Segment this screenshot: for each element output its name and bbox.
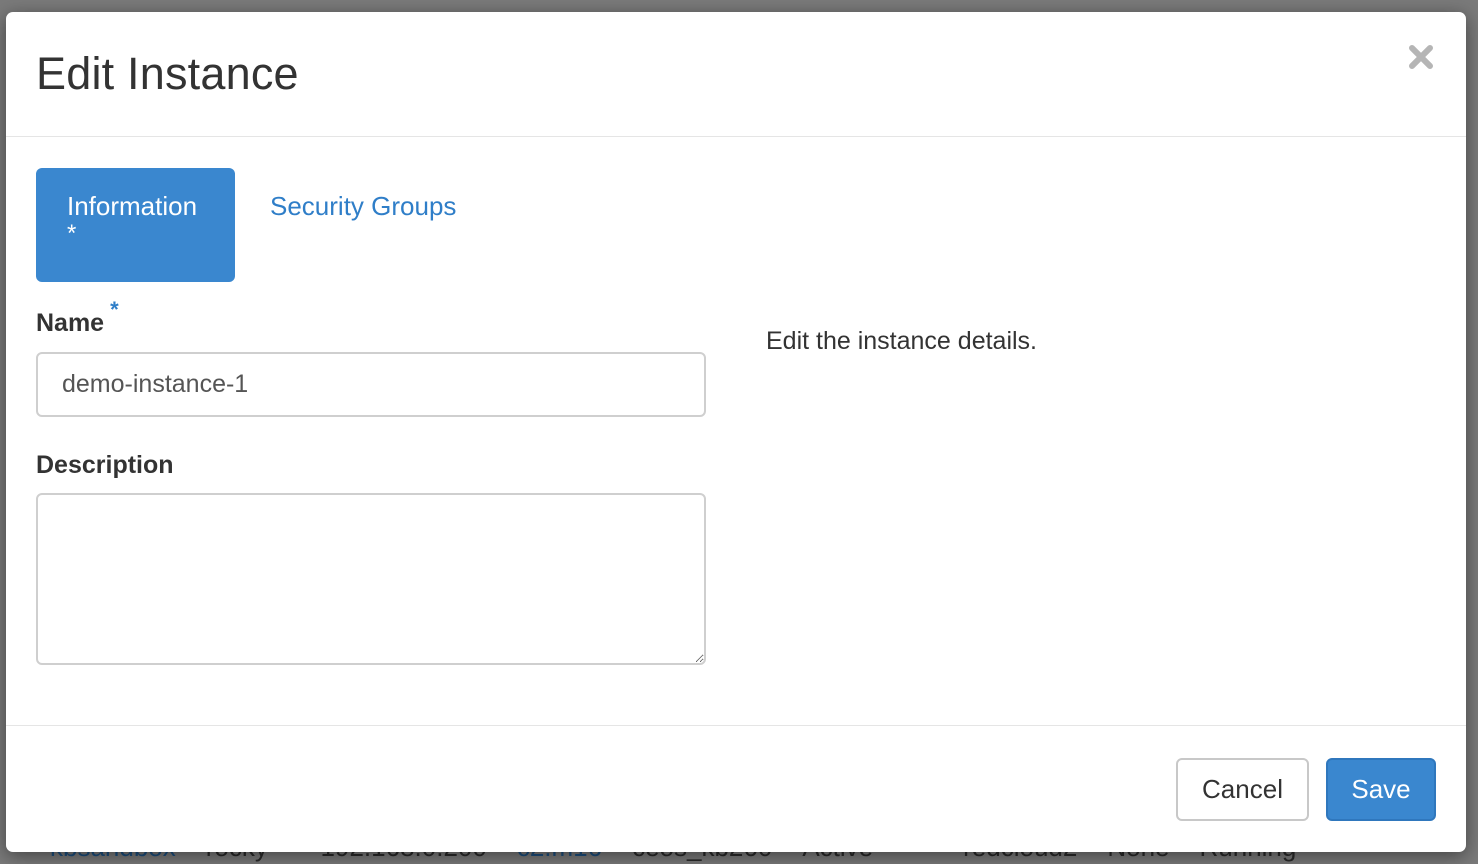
help-text: Edit the instance details. xyxy=(766,327,1037,355)
tab-label: Information xyxy=(67,191,198,221)
description-textarea[interactable] xyxy=(36,493,706,665)
dialog-title: Edit Instance xyxy=(36,48,299,99)
tab-label: Security Groups xyxy=(270,191,457,221)
description-label: Description xyxy=(36,451,174,479)
close-icon xyxy=(1409,45,1433,69)
name-label-text: Name xyxy=(36,309,105,337)
cancel-button[interactable]: Cancel xyxy=(1176,758,1309,821)
name-label: Name * xyxy=(36,297,119,338)
close-button[interactable] xyxy=(1404,40,1438,74)
edit-instance-dialog: Edit Instance Information * Security Gro… xyxy=(6,12,1466,852)
required-indicator: * xyxy=(67,220,77,247)
dialog-footer: Cancel Save xyxy=(6,725,1466,852)
name-input[interactable] xyxy=(36,352,706,417)
save-button[interactable]: Save xyxy=(1326,758,1436,821)
required-indicator: * xyxy=(110,297,119,322)
tab-security-groups[interactable]: Security Groups xyxy=(270,168,456,282)
dialog-body: Information * Security Groups Name* Desc… xyxy=(6,137,1466,725)
dialog-header: Edit Instance xyxy=(6,12,1466,137)
tab-information[interactable]: Information * xyxy=(36,168,235,282)
